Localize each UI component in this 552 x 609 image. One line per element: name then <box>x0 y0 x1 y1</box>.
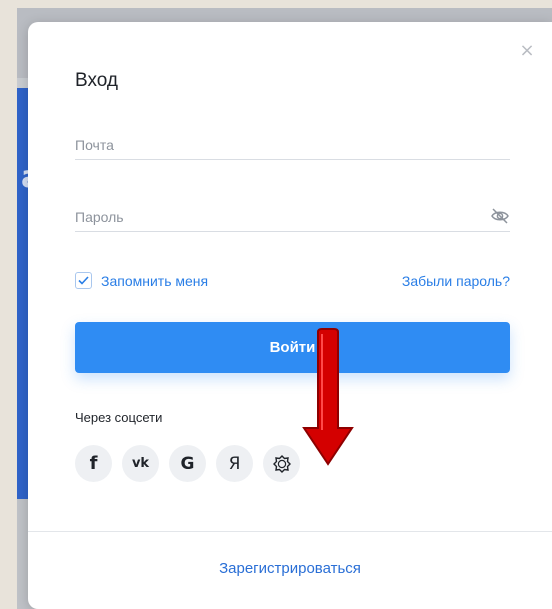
google-button[interactable]: G <box>169 445 206 482</box>
social-buttons: f vk G Я <box>75 445 300 482</box>
email-input[interactable] <box>75 130 510 159</box>
modal-title: Вход <box>75 70 118 91</box>
forgot-password-link[interactable]: Забыли пароль? <box>402 273 510 289</box>
google-icon: G <box>180 453 195 474</box>
login-button[interactable]: Войти <box>75 322 510 373</box>
flower-icon <box>272 454 291 473</box>
close-button[interactable]: × <box>516 40 538 62</box>
vk-button[interactable]: vk <box>122 445 159 482</box>
check-icon <box>78 276 89 285</box>
password-input[interactable] <box>75 202 510 231</box>
email-field-wrapper <box>75 130 510 160</box>
other-social-button[interactable] <box>263 445 300 482</box>
vk-icon: vk <box>131 456 150 471</box>
facebook-icon: f <box>89 453 98 474</box>
remember-me[interactable]: Запомнить меня <box>75 272 208 289</box>
yandex-icon: Я <box>228 453 241 474</box>
annotation-arrow-icon <box>302 328 354 466</box>
social-login-title: Через соцсети <box>75 410 163 425</box>
password-field-wrapper <box>75 202 510 232</box>
footer-divider <box>28 531 552 532</box>
register-link[interactable]: Зарегистрироваться <box>28 560 552 577</box>
eye-slash-icon[interactable] <box>490 207 510 225</box>
yandex-button[interactable]: Я <box>216 445 253 482</box>
remember-checkbox[interactable] <box>75 272 92 289</box>
facebook-button[interactable]: f <box>75 445 112 482</box>
remember-label: Запомнить меня <box>101 272 209 289</box>
login-modal: × Вход Запомнить меня Забыли пароль? Вой… <box>28 22 552 609</box>
